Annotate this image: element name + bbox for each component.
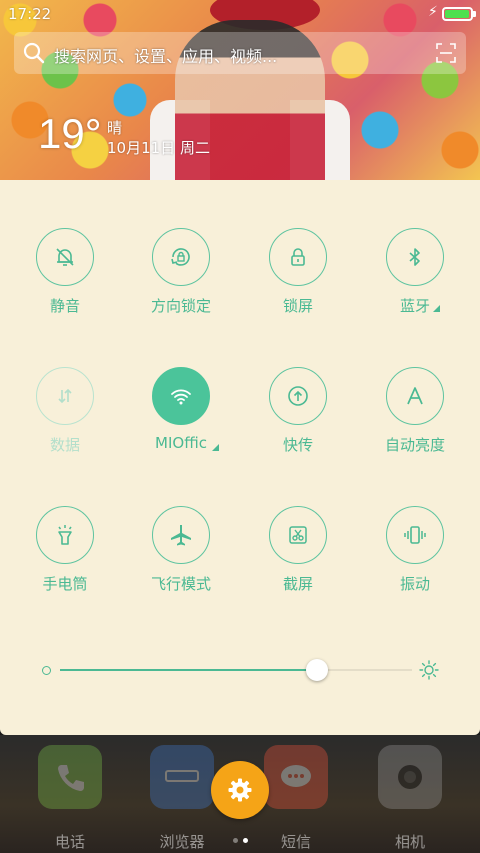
toggle-label: 自动亮度 — [384, 436, 445, 454]
toggle-screenshot[interactable]: 截屏 — [243, 506, 353, 606]
toggle-circle — [269, 506, 327, 564]
toggle-circle — [269, 228, 327, 286]
rotation-lock-icon — [171, 248, 190, 266]
flashlight-icon — [58, 525, 72, 545]
brightness-high-icon — [419, 660, 439, 680]
gear-icon — [228, 778, 252, 802]
search-icon — [23, 42, 45, 64]
toggle-label: 飞行模式 — [150, 575, 211, 593]
page-indicator — [233, 828, 253, 847]
toggle-label: 静音 — [49, 297, 80, 315]
toggle-vibrate[interactable]: 振动 — [360, 506, 470, 606]
toggle-auto-brightness[interactable]: 自动亮度 — [360, 367, 470, 467]
toggle-label: 手电筒 — [42, 575, 88, 593]
toggle-circle — [152, 506, 210, 564]
airplane-icon — [171, 525, 191, 546]
settings-button[interactable] — [211, 761, 269, 819]
toggle-circle — [269, 367, 327, 425]
weather-temperature[interactable]: 19° — [38, 110, 102, 158]
browser-icon — [150, 745, 214, 809]
toggle-data[interactable]: 数据 — [10, 367, 120, 467]
bluetooth-icon — [409, 248, 420, 266]
toggle-circle — [386, 506, 444, 564]
app-camera[interactable]: 相机 — [378, 745, 442, 851]
wifi-icon — [171, 389, 191, 405]
toggle-label: 振动 — [399, 575, 430, 593]
app-label: 浏览器 — [159, 833, 205, 851]
toggle-label: 方向锁定 — [150, 297, 211, 315]
toggle-rotation-lock[interactable]: 方向锁定 — [126, 228, 236, 328]
toggle-label: 数据 — [49, 436, 80, 454]
battery-tip — [473, 11, 476, 17]
toggle-circle — [386, 367, 444, 425]
phone-icon — [38, 745, 102, 809]
weather-condition: 晴 — [107, 119, 123, 137]
toggle-circle — [36, 506, 94, 564]
control-panel: 静音 方向锁定 锁屏 蓝牙 数据 MIOffic 快传 自动亮度 手电筒 飞行模… — [0, 180, 480, 735]
toggle-mute[interactable]: 静音 — [10, 228, 120, 328]
app-browser[interactable]: 浏览器 — [150, 745, 214, 851]
app-label: 短信 — [280, 833, 311, 851]
vibrate-icon — [404, 526, 426, 544]
camera-icon — [378, 745, 442, 809]
page-dot-active — [243, 838, 248, 843]
letter-a-icon — [407, 387, 423, 405]
toggle-quick-share[interactable]: 快传 — [243, 367, 353, 467]
brightness-slider[interactable] — [60, 669, 412, 671]
toggle-circle — [152, 367, 210, 425]
search-input[interactable]: 搜索网页、设置、应用、视频... — [54, 43, 277, 67]
battery-level — [445, 10, 469, 18]
brightness-low-icon — [42, 666, 51, 675]
app-label: 相机 — [394, 833, 425, 851]
app-messages[interactable]: 短信 — [264, 745, 328, 851]
toggle-label: 锁屏 — [282, 297, 313, 315]
toggle-label: MIOffic — [155, 434, 207, 452]
upload-circle-icon — [288, 386, 308, 406]
toggle-wifi[interactable]: MIOffic — [126, 367, 236, 467]
brightness-slider-thumb[interactable] — [305, 659, 328, 681]
toggle-circle — [36, 367, 94, 425]
toggle-label: 蓝牙 — [399, 297, 430, 315]
charging-icon: ⚡ — [428, 4, 438, 20]
lock-icon — [291, 248, 305, 266]
menu-indicator-icon — [212, 444, 219, 451]
toggle-bluetooth[interactable]: 蓝牙 — [360, 228, 470, 328]
toggle-label: 截屏 — [282, 575, 313, 593]
page-dot — [233, 838, 238, 843]
menu-indicator-icon — [433, 305, 440, 312]
weather-date: 10月11日 周二 — [107, 139, 210, 157]
search-bar[interactable]: 搜索网页、设置、应用、视频... — [14, 32, 466, 74]
bell-off-icon — [56, 248, 74, 266]
toggle-circle — [36, 228, 94, 286]
app-phone[interactable]: 电话 — [38, 745, 102, 851]
toggle-circle — [152, 228, 210, 286]
toggle-label: 快传 — [282, 436, 313, 454]
toggle-airplane[interactable]: 飞行模式 — [126, 506, 236, 606]
scan-icon[interactable] — [436, 43, 456, 63]
message-icon — [264, 745, 328, 809]
brightness-fill — [60, 669, 317, 671]
data-arrows-icon — [58, 388, 72, 404]
scissors-icon — [289, 526, 307, 544]
app-label: 电话 — [54, 833, 85, 851]
battery-icon — [442, 7, 473, 21]
status-time: 17:22 — [8, 5, 52, 23]
status-bar: 17:22 ⚡ — [0, 0, 480, 28]
toggle-circle — [386, 228, 444, 286]
toggle-flashlight[interactable]: 手电筒 — [10, 506, 120, 606]
toggle-lock-screen[interactable]: 锁屏 — [243, 228, 353, 328]
